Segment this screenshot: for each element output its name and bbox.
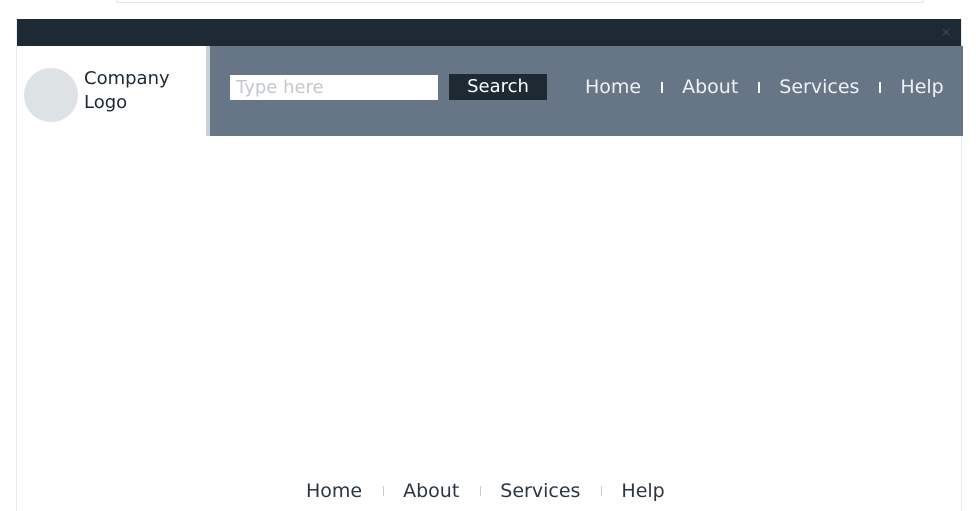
header: Company Logo Search Home About Services … [17,46,963,136]
logo-text-line1: Company [84,68,170,89]
nav-link-help[interactable]: Help [900,76,943,98]
preview-frame: × Company Logo Search Home About Service… [16,19,963,511]
top-bar: × [17,19,961,46]
nav-separator [661,81,664,93]
logo-circle [24,68,78,122]
nav-link-home[interactable]: Home [585,76,641,98]
logo-text-line2: Logo [84,92,128,113]
footer-link-about[interactable]: About [403,480,459,502]
footer-nav: Home About Services Help [306,479,665,503]
nav-separator [758,81,761,93]
footer-separator [480,486,482,496]
search-input[interactable] [230,75,438,100]
footer-link-services[interactable]: Services [500,480,580,502]
logo-text: Company Logo [84,67,196,115]
page: × Company Logo Search Home About Service… [0,0,978,511]
search-button[interactable]: Search [449,74,547,100]
footer-link-help[interactable]: Help [621,480,664,502]
nav-band: Search Home About Services Help [206,46,963,136]
nav-separator [879,81,882,93]
footer-link-home[interactable]: Home [306,480,362,502]
footer-separator [383,486,385,496]
top-remnant [116,0,924,3]
close-icon[interactable]: × [939,25,953,39]
company-logo[interactable]: Company Logo [17,46,205,136]
footer-separator [601,486,603,496]
main-nav: Home About Services Help [585,72,944,102]
nav-link-about[interactable]: About [682,76,738,98]
nav-link-services[interactable]: Services [779,76,859,98]
